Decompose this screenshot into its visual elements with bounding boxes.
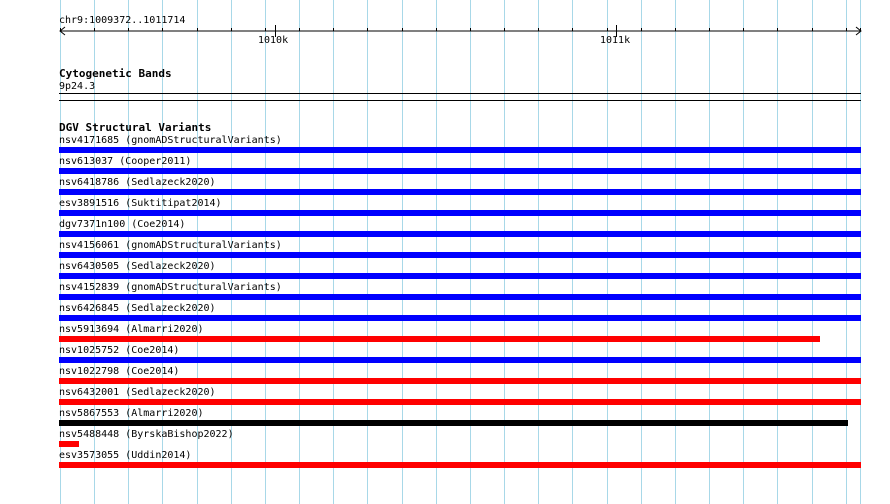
dgv-feature-label[interactable]: nsv1022798 (Coe2014) [59,366,179,377]
dgv-feature-label[interactable]: nsv4156061 (gnomADStructuralVariants) [59,240,282,251]
dgv-feature-bar[interactable] [59,273,861,279]
dgv-feature-label[interactable]: nsv613037 (Cooper2011) [59,156,191,167]
dgv-feature-label[interactable]: nsv5488448 (ByrskaBishop2022) [59,429,234,440]
dgv-feature-label[interactable]: nsv6418786 (Sedlazeck2020) [59,177,216,188]
dgv-feature-label[interactable]: nsv5867553 (Almarri2020) [59,408,204,419]
dgv-feature-bar[interactable] [59,420,848,426]
dgv-feature-label[interactable]: esv3891516 (Suktitipat2014) [59,198,222,209]
dgv-feature-bar[interactable] [59,378,861,384]
ruler-tick-label-1011k: 1011k [600,35,631,46]
dgv-feature-bar[interactable] [59,336,820,342]
dgv-feature-label[interactable]: esv3573055 (Uddin2014) [59,450,191,461]
dgv-feature-bar[interactable] [59,210,861,216]
dgv-feature-bar[interactable] [59,147,861,153]
dgv-feature-label[interactable]: nsv4171685 (gnomADStructuralVariants) [59,135,282,146]
dgv-feature-bar[interactable] [59,294,861,300]
dgv-feature-bar[interactable] [59,357,861,363]
dgv-feature-bar[interactable] [59,168,861,174]
ruler-tick-label-1010k: 1010k [258,35,289,46]
cytoband-top-border [59,93,861,94]
dgv-feature-bar[interactable] [59,189,861,195]
dgv-feature-label[interactable]: nsv5913694 (Almarri2020) [59,324,204,335]
dgv-feature-bar[interactable] [59,315,861,321]
dgv-feature-label[interactable]: nsv6430505 (Sedlazeck2020) [59,261,216,272]
ruler-scale[interactable] [0,24,890,38]
dgv-feature-label[interactable]: nsv6432001 (Sedlazeck2020) [59,387,216,398]
dgv-feature-label[interactable]: nsv1025752 (Coe2014) [59,345,179,356]
dgv-feature-label[interactable]: dgv7371n100 (Coe2014) [59,219,185,230]
cytoband-bottom-border [59,100,861,101]
cytoband-track-title: Cytogenetic Bands [59,67,172,80]
dgv-feature-bar[interactable] [59,231,861,237]
dgv-feature-bar[interactable] [59,399,861,405]
dgv-feature-bar[interactable] [59,252,861,258]
dgv-feature-label[interactable]: nsv6426845 (Sedlazeck2020) [59,303,216,314]
dgv-track-title: DGV Structural Variants [59,121,212,134]
dgv-feature-bar[interactable] [59,441,79,447]
dgv-feature-bar[interactable] [59,462,861,468]
dgv-feature-label[interactable]: nsv4152839 (gnomADStructuralVariants) [59,282,282,293]
cytoband-label: 9p24.3 [59,81,96,92]
